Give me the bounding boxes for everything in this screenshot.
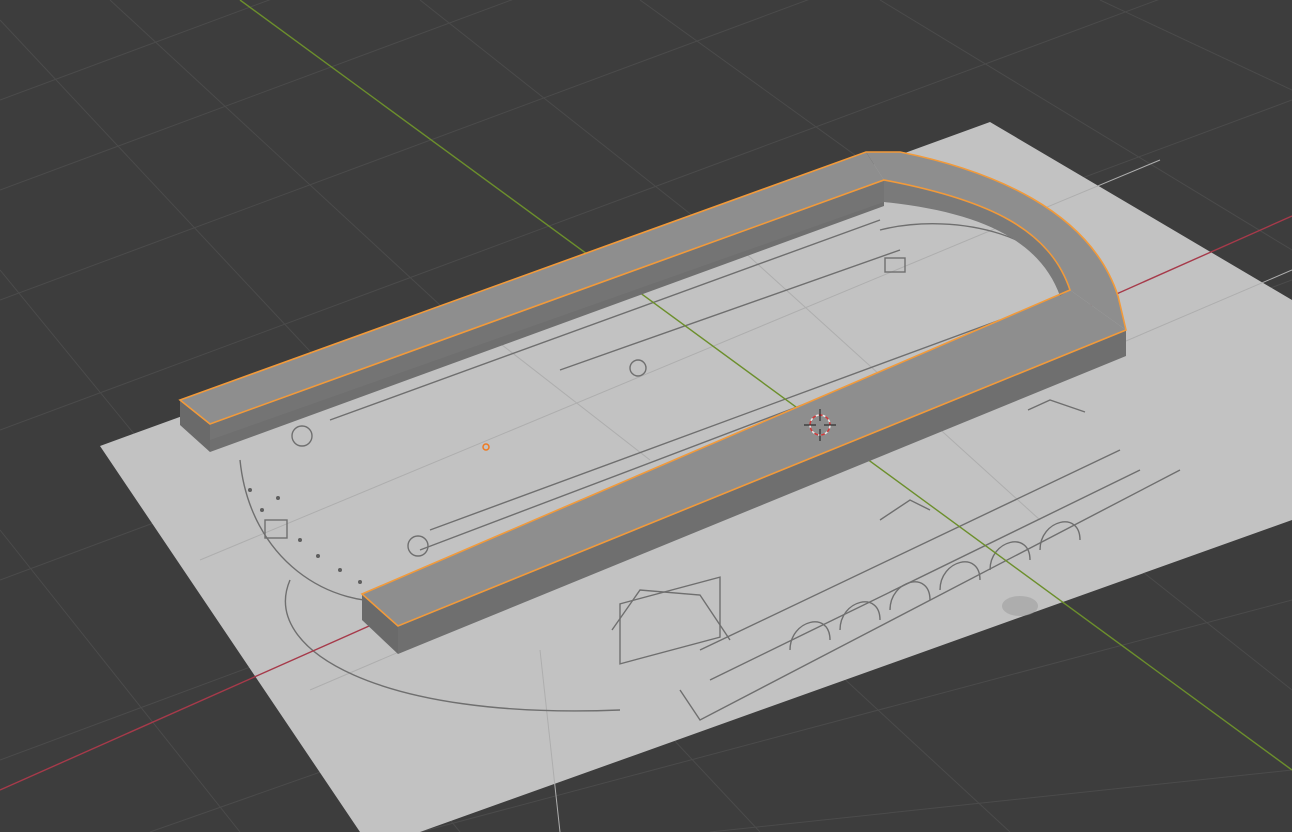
sketch-smudge: [1002, 596, 1038, 616]
viewport-canvas[interactable]: [0, 0, 1292, 832]
3d-viewport[interactable]: [0, 0, 1292, 832]
